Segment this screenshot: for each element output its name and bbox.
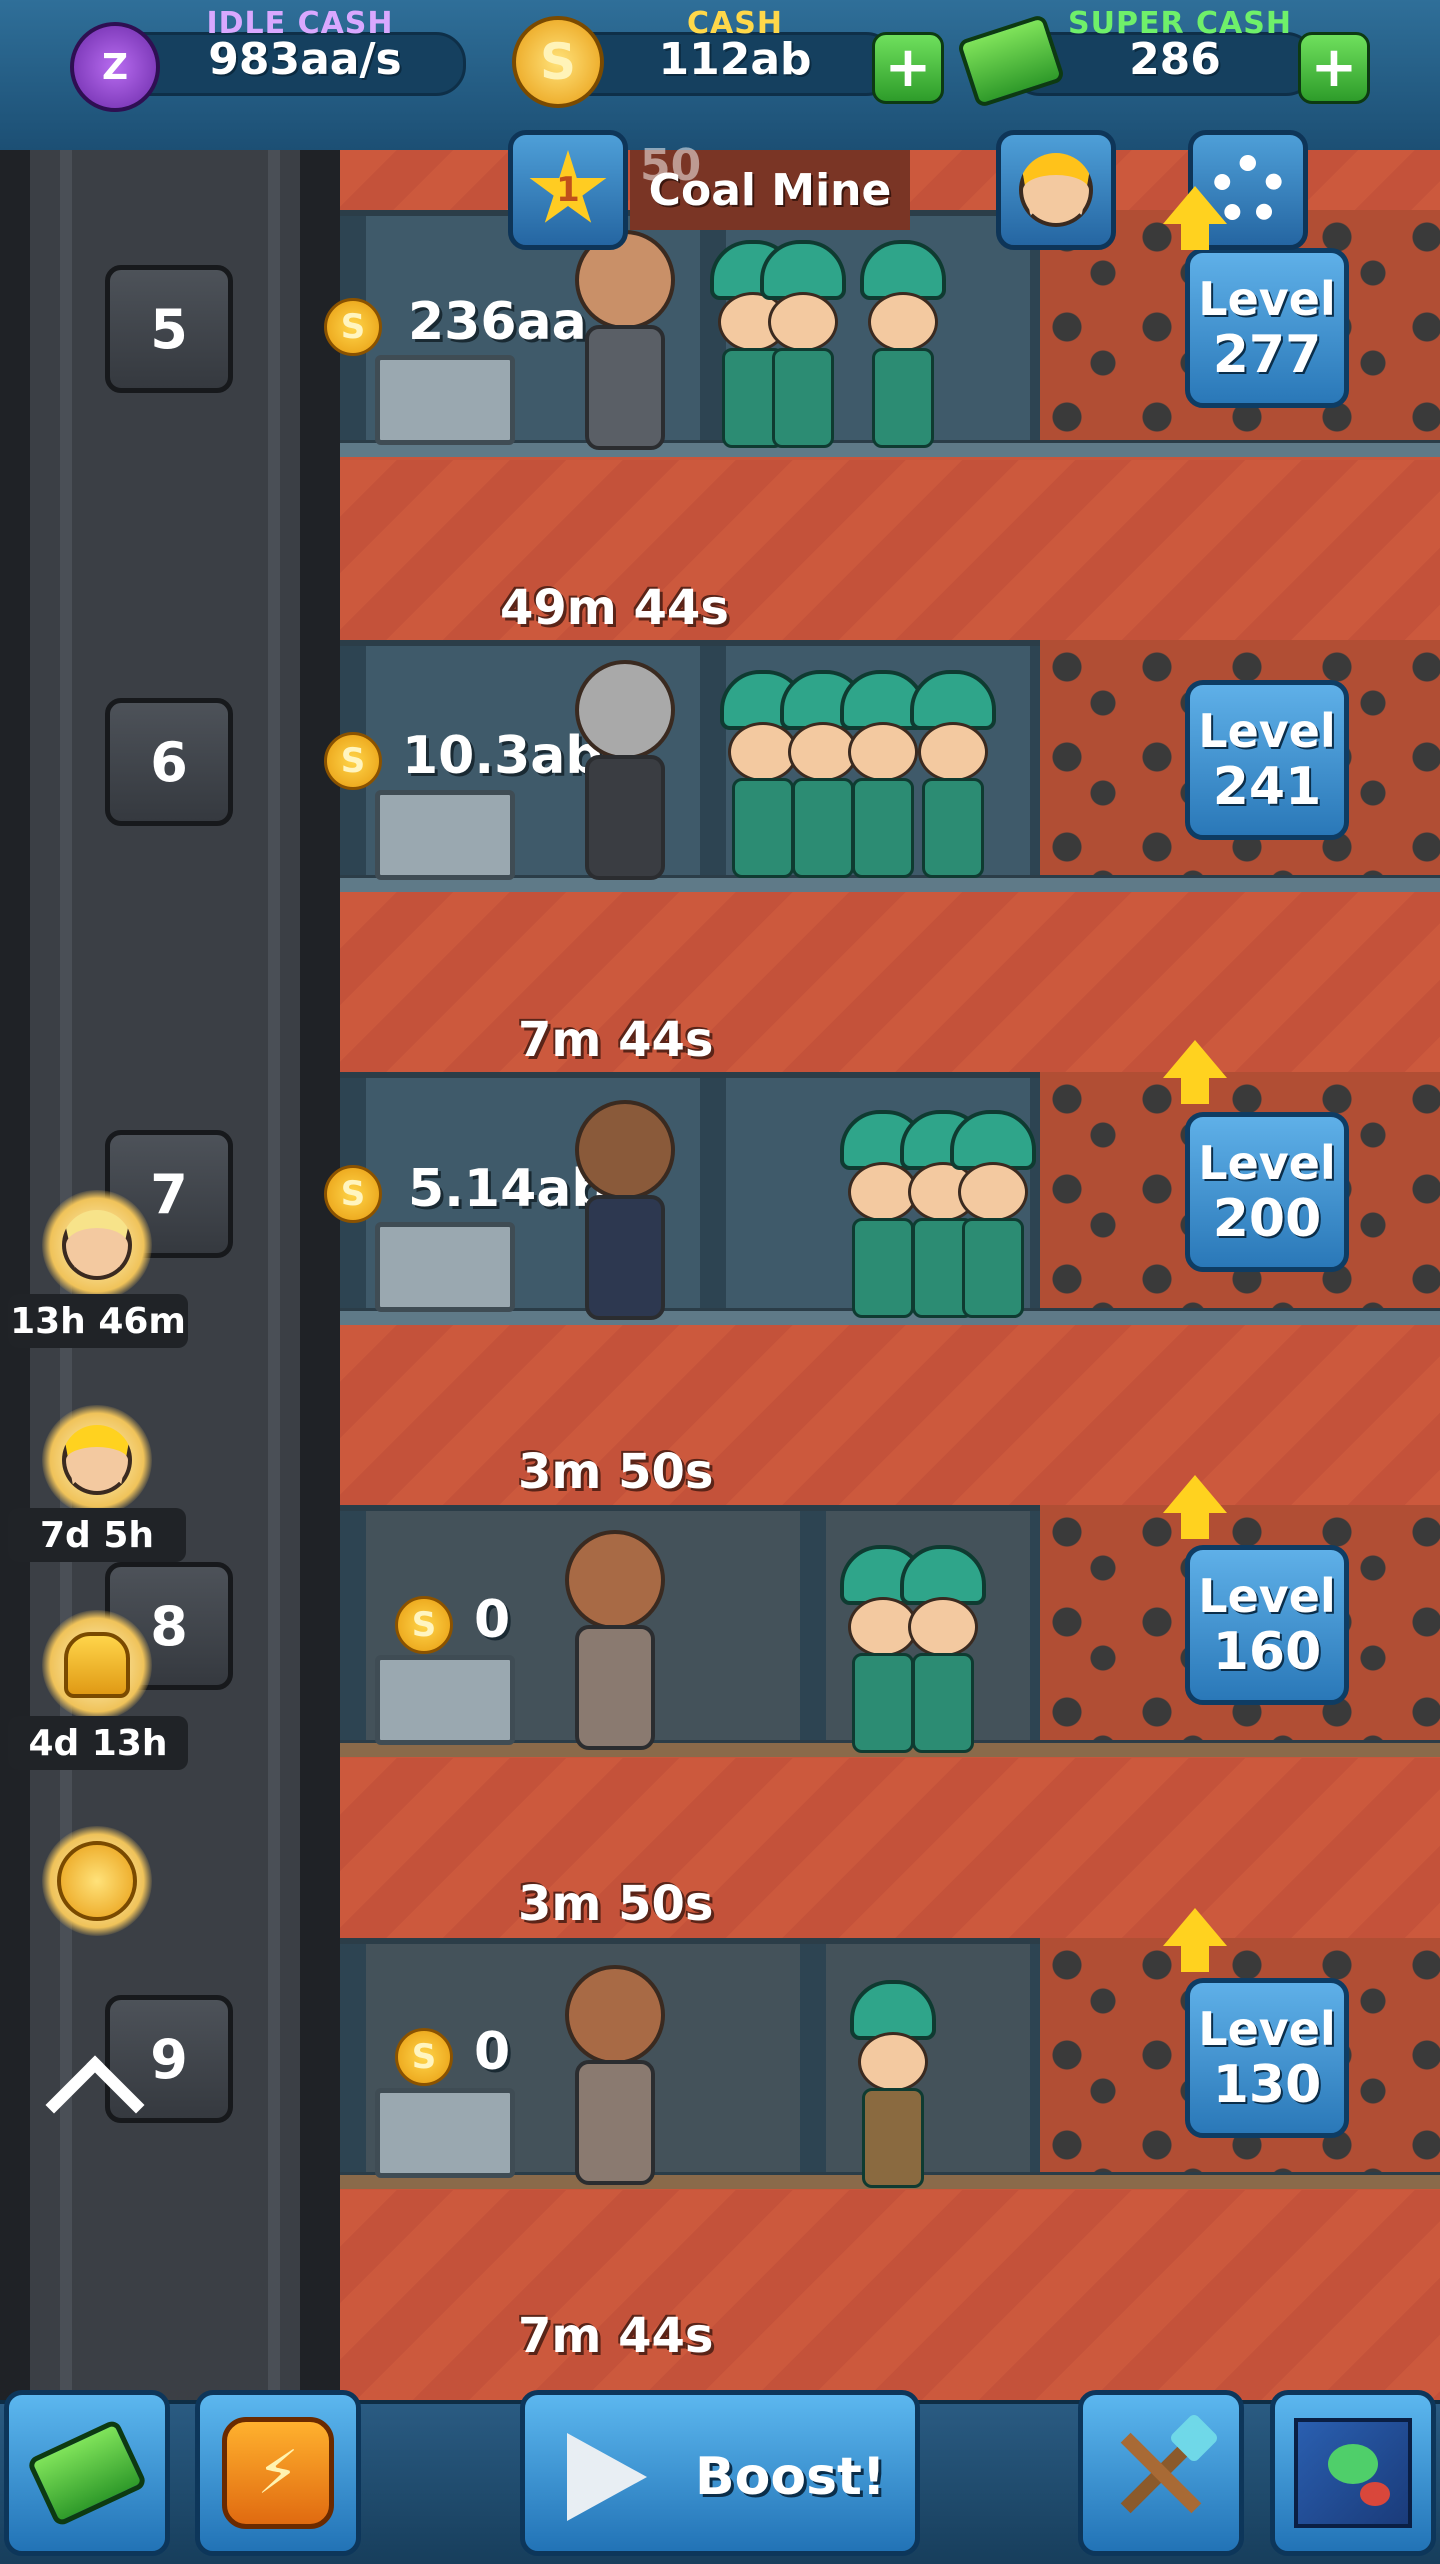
level-value: 130 xyxy=(1212,2055,1322,2115)
shaft-6-timer: 49m 44s xyxy=(500,580,729,636)
tools-button[interactable] xyxy=(1078,2390,1244,2556)
instant-cash-button[interactable]: ⚡ xyxy=(195,2390,361,2556)
level-label: Level xyxy=(1198,1569,1336,1623)
upgrade-arrow-icon xyxy=(1163,186,1227,250)
miner xyxy=(860,240,946,450)
cash-stack-icon xyxy=(26,2418,148,2528)
shaft-7-timer: 7m 44s xyxy=(518,1012,714,1068)
shaft-6-manager[interactable] xyxy=(570,660,680,880)
shaft-8-timer: 3m 50s xyxy=(518,1444,714,1500)
floor-number-5: 5 xyxy=(105,265,233,393)
gold-coin-boost-icon[interactable] xyxy=(42,1826,152,1936)
miner xyxy=(950,1110,1036,1320)
boost-timer: 4d 13h xyxy=(8,1716,188,1770)
miner xyxy=(760,240,846,450)
stash-coin-icon: S xyxy=(395,2028,453,2086)
level-label: Level xyxy=(1198,1136,1336,1190)
lightning-coin-icon: ⚡ xyxy=(222,2417,334,2529)
shaft-rail-left xyxy=(0,150,30,2400)
ore-crate[interactable] xyxy=(375,1222,515,1312)
zzz-icon: Z xyxy=(70,22,160,112)
shaft-9-manager[interactable] xyxy=(560,1965,670,2185)
shaft-7-level-button[interactable]: Level 200 xyxy=(1185,1112,1349,1272)
boost-label: Boost! xyxy=(695,2447,886,2507)
boost-timer: 13h 46m xyxy=(8,1294,188,1348)
miner xyxy=(900,1545,986,1755)
manager-boost-icon[interactable] xyxy=(42,1190,152,1300)
world-map-icon xyxy=(1294,2418,1412,2528)
upgrade-arrow-icon xyxy=(1163,1908,1227,1972)
floor-number-6: 6 xyxy=(105,698,233,826)
level-value: 200 xyxy=(1212,1189,1322,1249)
ore-crate[interactable] xyxy=(375,2088,515,2178)
shaft-8-manager[interactable] xyxy=(560,1530,670,1750)
shaft-cable-right xyxy=(268,150,280,2400)
idle-cash-value: 983aa/s xyxy=(208,34,402,85)
shaft-5-stash: 236aa xyxy=(408,292,587,352)
stash-coin-icon: S xyxy=(395,1596,453,1654)
boost-timer: 7d 5h xyxy=(8,1508,186,1562)
shaft-6-level-button[interactable]: Level 241 xyxy=(1185,680,1349,840)
stash-coin-icon: S xyxy=(324,298,382,356)
shaft-rail-right xyxy=(300,150,340,2400)
ore-crate[interactable] xyxy=(375,790,515,880)
level-value: 160 xyxy=(1212,1622,1322,1682)
miner xyxy=(910,670,996,880)
shaft-8-level-button[interactable]: Level 160 xyxy=(1185,1545,1349,1705)
play-icon xyxy=(567,2433,647,2521)
shaft-5-level-button[interactable]: Level 277 xyxy=(1185,248,1349,408)
upgrade-arrow-icon xyxy=(1163,1040,1227,1104)
ore-crate[interactable] xyxy=(375,355,515,445)
shaft-9-stash: 0 xyxy=(474,2022,511,2082)
buy-super-cash-button[interactable]: + xyxy=(1298,32,1370,104)
managers-button[interactable] xyxy=(996,130,1116,250)
boost-button[interactable]: Boost! xyxy=(520,2390,920,2556)
shaft-5-manager[interactable] xyxy=(570,230,680,450)
buy-cash-button[interactable]: + xyxy=(872,32,944,104)
level-label: Level xyxy=(1198,704,1336,758)
miner-avatar-icon xyxy=(1019,153,1093,227)
shaft-8-stash: 0 xyxy=(474,1590,511,1650)
super-cash-value: 286 xyxy=(1129,34,1221,85)
stash-coin-icon: S xyxy=(324,732,382,790)
ore-crate[interactable] xyxy=(375,1655,515,1745)
shaft-9-timer: 3m 50s xyxy=(518,1876,714,1932)
cash-value: 112ab xyxy=(658,34,812,85)
level-label: Level xyxy=(1198,2002,1336,2056)
shaft-7-manager[interactable] xyxy=(570,1100,680,1320)
level-value: 241 xyxy=(1212,757,1322,817)
partial-number: 50 xyxy=(640,140,702,191)
stash-coin-icon: S xyxy=(324,1165,382,1223)
shaft-9-level-button[interactable]: Level 130 xyxy=(1185,1978,1349,2138)
goggles-boost-icon[interactable] xyxy=(42,1405,152,1515)
upgrade-arrow-icon xyxy=(1163,1475,1227,1539)
shaft-10-timer: 7m 44s xyxy=(518,2308,714,2364)
prestige-star-button[interactable]: 1 xyxy=(508,130,628,250)
shop-button[interactable] xyxy=(4,2390,170,2556)
bells-boost-icon[interactable] xyxy=(42,1610,152,1720)
level-label: Level xyxy=(1198,272,1336,326)
prestige-star-value: 1 xyxy=(556,170,580,210)
miner xyxy=(850,1980,936,2190)
coin-icon: S xyxy=(512,16,604,108)
map-button[interactable] xyxy=(1270,2390,1436,2556)
level-value: 277 xyxy=(1212,325,1322,385)
pickaxe-shovel-icon xyxy=(1106,2412,1220,2528)
star-icon: 1 xyxy=(529,150,607,223)
